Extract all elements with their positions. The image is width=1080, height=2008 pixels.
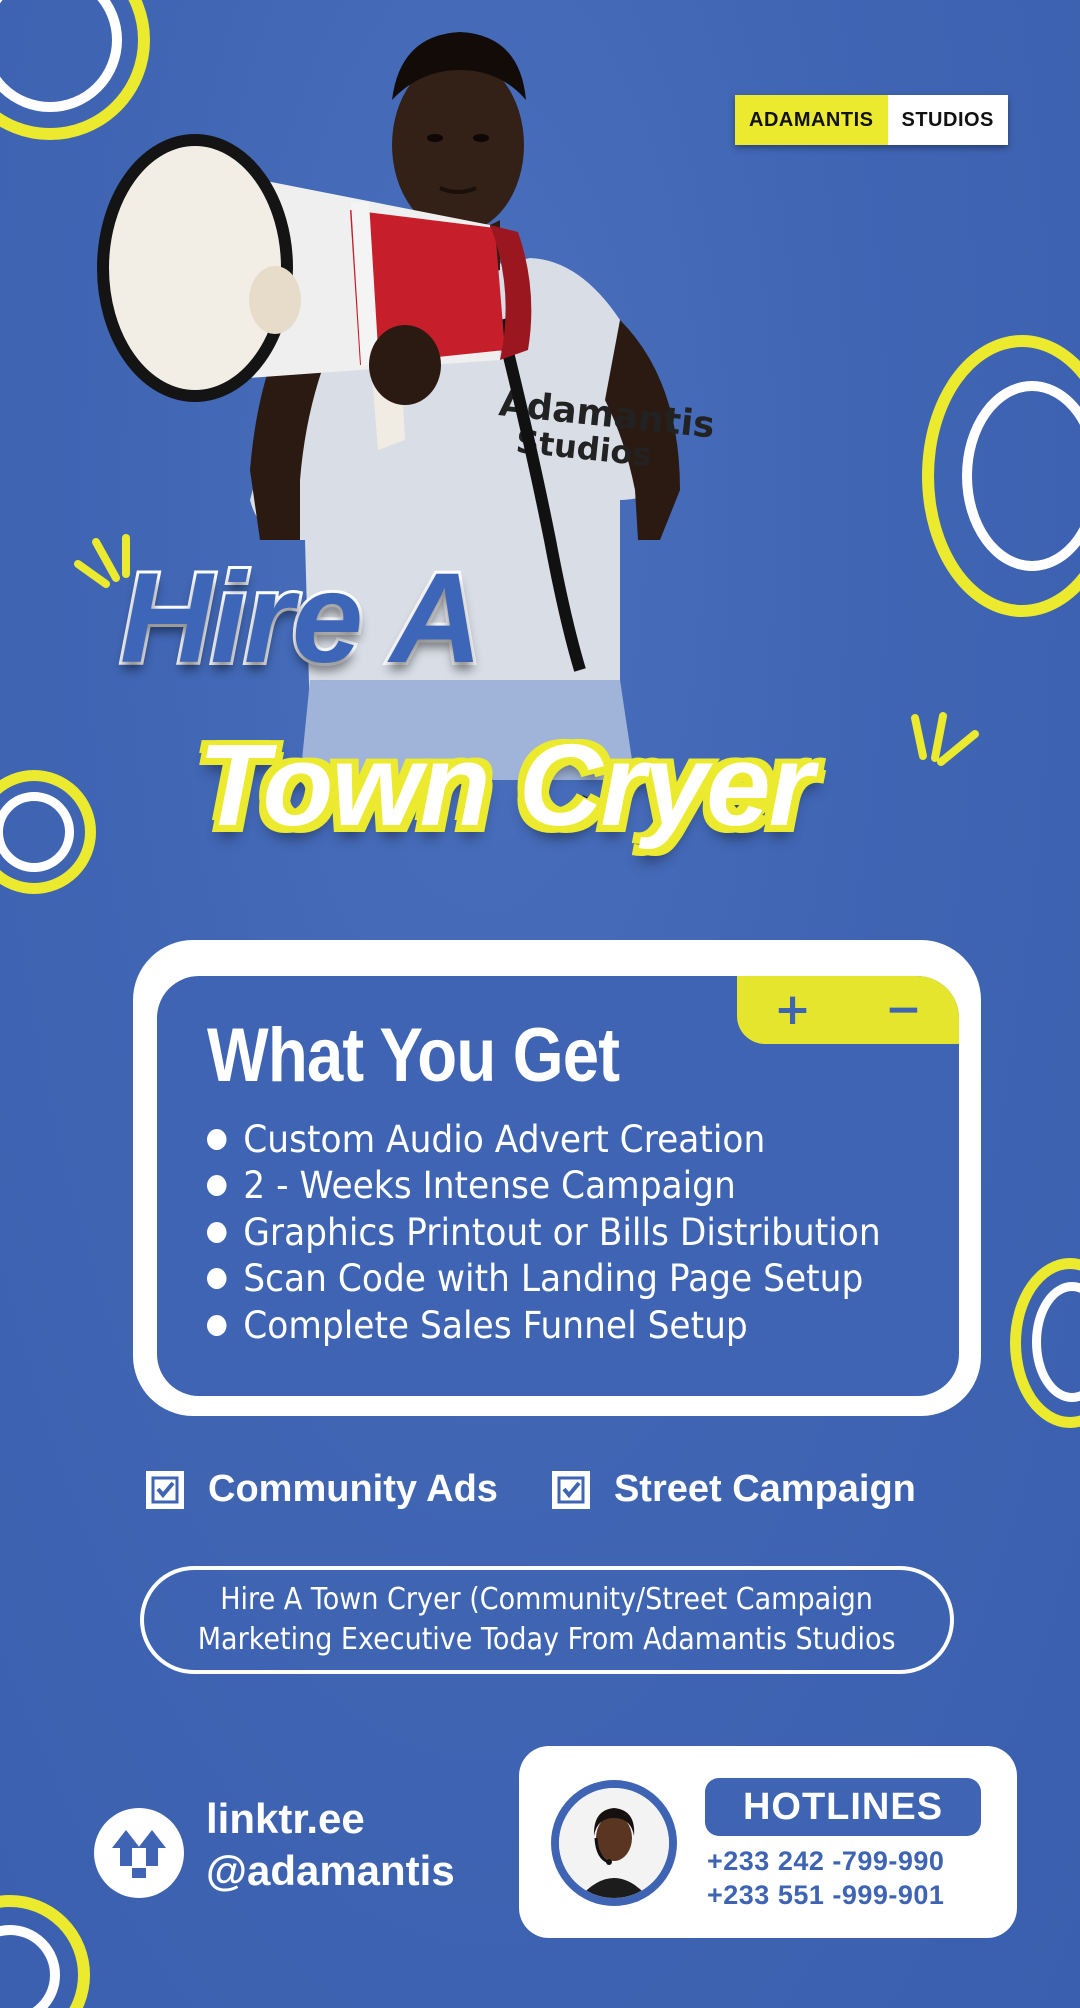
phone-number-1[interactable]: +233 242 -799-990 [707,1846,944,1877]
brand-name-right: STUDIOS [887,95,1008,145]
bullet-icon [207,1268,227,1290]
feature-text: Custom Audio Advert Creation [243,1117,766,1161]
headline-line1: Hire A [117,544,485,693]
check-label: Street Campaign [613,1468,916,1510]
support-agent-icon [559,1788,669,1898]
minus-icon: − [885,984,922,1035]
cta-pill: Hire A Town Cryer (Community/Street Camp… [140,1566,954,1674]
features-card: + − What You Get Custom Audio Advert Cre… [157,976,959,1396]
list-item: Complete Sales Funnel Setup [207,1302,881,1349]
list-item: Scan Code with Landing Page Setup [207,1256,881,1303]
cta-line1: Hire A Town Cryer (Community/Street Camp… [220,1582,874,1617]
sparkle-icon-right [911,712,979,766]
sparkle-icon-left [74,534,130,588]
link-line2: @adamantis [206,1847,455,1894]
bullet-icon [207,1128,227,1150]
check-community-ads: Community Ads [146,1468,498,1511]
card-title: What You Get [207,1013,620,1098]
feature-text: Scan Code with Landing Page Setup [243,1257,864,1301]
hotlines-card: HOTLINES +233 242 -799-990 +233 551 -999… [519,1746,1017,1938]
check-label: Community Ads [208,1468,498,1510]
linktree-link[interactable]: linktr.ee @adamantis [206,1793,455,1897]
link-line1: linktr.ee [206,1795,365,1842]
checkbox-checked-icon [146,1470,184,1509]
linktree-icon[interactable] [94,1808,184,1898]
headline-line2: Town Cryer [196,718,817,853]
feature-text: Graphics Printout or Bills Distribution [243,1210,881,1254]
plus-icon: + [774,984,811,1035]
card-tab: + − [737,976,959,1044]
hotlines-badge: HOTLINES [705,1778,981,1836]
checkbox-checked-icon [551,1470,590,1509]
cta-line2: Marketing Executive Today From Adamantis… [198,1622,896,1657]
feature-list: Custom Audio Advert Creation 2 - Weeks I… [207,1116,931,1349]
poster: ADAMANTIS STUDIOS Adamantis Studios Hire… [0,0,1080,2008]
list-item: Graphics Printout or Bills Distribution [207,1209,881,1256]
avatar [551,1780,677,1906]
bullet-icon [207,1314,227,1336]
list-item: 2 - Weeks Intense Campaign [207,1163,881,1210]
check-street-campaign: Street Campaign [551,1468,916,1511]
bullet-icon [207,1221,227,1243]
feature-text: Complete Sales Funnel Setup [243,1303,748,1347]
bullet-icon [207,1175,227,1197]
list-item: Custom Audio Advert Creation [207,1116,881,1163]
phone-number-2[interactable]: +233 551 -999-901 [707,1880,944,1911]
service-checks: Community Ads Street Campaign [146,1468,970,1511]
feature-text: 2 - Weeks Intense Campaign [243,1164,736,1208]
